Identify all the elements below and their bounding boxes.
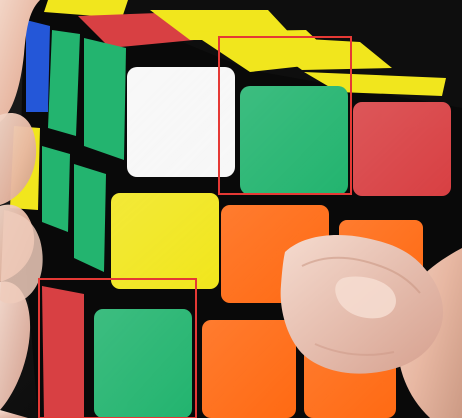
rubiks-cube-photo — [0, 0, 462, 418]
red-sticker-bottom-left — [42, 286, 84, 418]
blue-sticker — [26, 20, 50, 112]
photo-scene — [0, 0, 462, 418]
